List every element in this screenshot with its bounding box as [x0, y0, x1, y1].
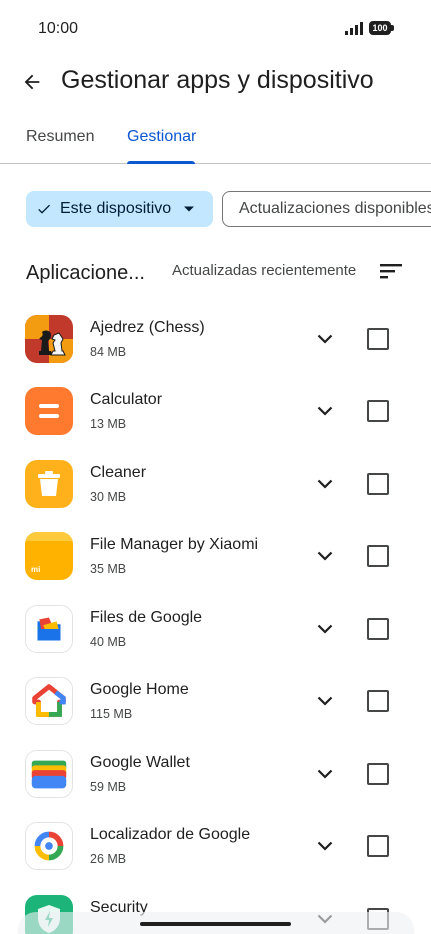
- select-checkbox[interactable]: [367, 690, 389, 712]
- select-checkbox[interactable]: [367, 400, 389, 422]
- status-bar: 10:00 100: [0, 0, 431, 58]
- list-item[interactable]: Calculator 13 MB: [0, 374, 431, 446]
- list-item[interactable]: Ajedrez (Chess) 84 MB: [0, 302, 431, 374]
- list-item[interactable]: Google Wallet 59 MB: [0, 737, 431, 809]
- find-my-device-app-icon: [25, 822, 73, 870]
- app-name: Cleaner: [90, 464, 147, 481]
- chevron-down-icon: [317, 624, 333, 634]
- back-button[interactable]: [14, 64, 50, 100]
- list-item[interactable]: mi File Manager by Xiaomi 35 MB: [0, 519, 431, 591]
- select-checkbox[interactable]: [367, 473, 389, 495]
- files-by-google-app-icon: [25, 605, 73, 653]
- app-name: Google Home: [90, 681, 189, 698]
- file-manager-app-icon: mi: [25, 532, 73, 580]
- tab-bar: Resumen Gestionar: [0, 112, 431, 164]
- sort-label[interactable]: Actualizadas recientemente: [172, 262, 356, 279]
- app-name: Ajedrez (Chess): [90, 319, 205, 336]
- google-home-app-icon: [25, 677, 73, 725]
- app-name: Google Wallet: [90, 754, 190, 771]
- select-checkbox[interactable]: [367, 618, 389, 640]
- expand-button[interactable]: [313, 327, 337, 351]
- app-name: Calculator: [90, 391, 163, 408]
- app-size: 40 MB: [90, 635, 127, 649]
- chevron-down-icon: [317, 551, 333, 561]
- chevron-down-icon: [317, 769, 333, 779]
- expand-button[interactable]: [313, 544, 337, 568]
- app-size: 26 MB: [90, 852, 127, 866]
- gesture-nav-bar: [0, 912, 431, 934]
- app-size: 13 MB: [90, 417, 127, 431]
- expand-button[interactable]: [313, 617, 337, 641]
- expand-button[interactable]: [313, 762, 337, 786]
- chevron-down-icon: [317, 479, 333, 489]
- app-bar: Gestionar apps y dispositivo: [0, 58, 431, 106]
- app-name: Files de Google: [90, 609, 203, 626]
- select-checkbox[interactable]: [367, 545, 389, 567]
- updates-filter-label: Actualizaciones disponibles: [239, 200, 431, 217]
- section-title: Aplicacione...: [26, 262, 145, 284]
- page-title: Gestionar apps y dispositivo: [61, 66, 374, 94]
- app-size: 35 MB: [90, 562, 127, 576]
- arrow-back-icon: [24, 74, 40, 90]
- check-icon: [38, 204, 50, 214]
- svg-text:mi: mi: [31, 565, 40, 574]
- list-item[interactable]: Localizador de Google 26 MB: [0, 809, 431, 881]
- device-filter-label: Este dispositivo: [60, 200, 172, 217]
- app-size: 59 MB: [90, 780, 127, 794]
- battery-level: 100: [369, 21, 391, 35]
- dropdown-arrow-icon: [184, 206, 195, 212]
- list-item[interactable]: Files de Google 40 MB: [0, 592, 431, 664]
- section-header: Aplicacione... Actualizadas recientement…: [0, 252, 431, 292]
- tab-resumen[interactable]: Resumen: [26, 128, 94, 146]
- list-item[interactable]: Google Home 115 MB: [0, 664, 431, 736]
- app-name: File Manager by Xiaomi: [90, 536, 259, 553]
- chevron-down-icon: [317, 334, 333, 344]
- status-time: 10:00: [38, 20, 79, 37]
- app-size: 30 MB: [90, 490, 127, 504]
- cleaner-app-icon: [25, 460, 73, 508]
- sort-icon[interactable]: [378, 260, 404, 282]
- tab-gestionar[interactable]: Gestionar: [127, 128, 196, 146]
- device-filter-chip[interactable]: Este dispositivo: [26, 191, 213, 227]
- chevron-down-icon: [317, 406, 333, 416]
- calculator-app-icon: [25, 387, 73, 435]
- chevron-down-icon: [317, 841, 333, 851]
- select-checkbox[interactable]: [367, 835, 389, 857]
- home-gesture-handle[interactable]: [140, 922, 291, 926]
- app-size: 84 MB: [90, 345, 127, 359]
- list-item[interactable]: Cleaner 30 MB: [0, 447, 431, 519]
- battery-icon: 100: [369, 21, 394, 35]
- signal-icon: [345, 22, 363, 35]
- chess-app-icon: [25, 315, 73, 363]
- expand-button[interactable]: [313, 834, 337, 858]
- expand-button[interactable]: [313, 472, 337, 496]
- tab-indicator: [127, 161, 195, 164]
- updates-filter-chip[interactable]: Actualizaciones disponibles: [222, 191, 431, 227]
- expand-button[interactable]: [313, 689, 337, 713]
- expand-button[interactable]: [313, 399, 337, 423]
- select-checkbox[interactable]: [367, 763, 389, 785]
- filter-chips: Este dispositivo Actualizaciones disponi…: [0, 190, 431, 228]
- chevron-down-icon: [317, 696, 333, 706]
- google-wallet-app-icon: [25, 750, 73, 798]
- app-name: Localizador de Google: [90, 826, 251, 843]
- app-size: 115 MB: [90, 707, 133, 721]
- select-checkbox[interactable]: [367, 328, 389, 350]
